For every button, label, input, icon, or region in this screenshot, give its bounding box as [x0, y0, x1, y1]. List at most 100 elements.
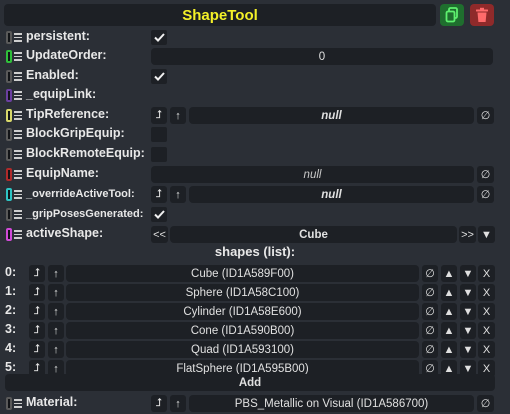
jump-to-reference-button[interactable]: ⮥: [29, 341, 45, 358]
material-label: Material:: [26, 395, 78, 409]
field-indicator: [6, 208, 12, 221]
list-item-index: 0:: [5, 265, 17, 279]
move-up-button[interactable]: ▲: [441, 284, 457, 301]
next-enum-button[interactable]: >>: [459, 226, 476, 243]
drag-handle-icon[interactable]: [14, 150, 22, 159]
grip-poses-generated-checkbox[interactable]: [151, 207, 167, 222]
enum-dropdown-button[interactable]: ▼: [478, 226, 495, 243]
move-up-button[interactable]: ▲: [441, 303, 457, 320]
move-down-button[interactable]: ▼: [460, 284, 476, 301]
drag-handle-icon[interactable]: [14, 91, 22, 100]
move-down-button[interactable]: ▼: [460, 322, 476, 339]
jump-to-reference-button[interactable]: ⮥: [29, 303, 45, 320]
delete-button[interactable]: [470, 4, 494, 26]
jump-to-reference-button[interactable]: ⮥: [29, 265, 45, 282]
override-active-tool-label: _overrideActiveTool:: [26, 188, 135, 200]
row-override-active-tool: _overrideActiveTool: ⮥ ↑ null ∅: [0, 185, 510, 204]
override-active-tool-field[interactable]: null: [189, 186, 474, 203]
open-reference-button[interactable]: ↑: [48, 265, 64, 282]
set-null-button[interactable]: ∅: [477, 395, 494, 412]
list-item-field[interactable]: Cylinder (ID1A58E600): [66, 303, 419, 320]
field-indicator: [6, 89, 12, 102]
enabled-checkbox[interactable]: [151, 69, 167, 84]
open-reference-button[interactable]: ↑: [48, 284, 64, 301]
remove-item-button[interactable]: X: [478, 265, 495, 282]
open-reference-button[interactable]: ↑: [170, 107, 186, 124]
open-reference-button[interactable]: ↑: [170, 395, 186, 412]
previous-enum-button[interactable]: <<: [151, 226, 168, 243]
remove-item-button[interactable]: X: [478, 341, 495, 358]
drag-handle-icon[interactable]: [14, 230, 22, 239]
component-title[interactable]: ShapeTool: [4, 4, 436, 26]
remove-item-button[interactable]: X: [478, 284, 495, 301]
list-item-field[interactable]: Quad (ID1A593100): [66, 341, 419, 358]
add-list-item-button[interactable]: Add: [5, 374, 495, 391]
move-down-button[interactable]: ▼: [460, 265, 476, 282]
tip-reference-label: TipReference:: [26, 107, 110, 121]
drag-handle-icon[interactable]: [14, 170, 22, 179]
field-indicator: [6, 109, 12, 122]
field-indicator: [6, 70, 12, 83]
row-active-shape: activeShape: << Cube >> ▼: [0, 225, 510, 244]
list-item: 4: ⮥ ↑ Quad (ID1A593100) ∅ ▲ ▼ X: [0, 340, 510, 359]
drag-handle-icon[interactable]: [14, 111, 22, 120]
equip-name-input[interactable]: null: [151, 166, 474, 183]
move-up-button[interactable]: ▲: [441, 322, 457, 339]
move-down-button[interactable]: ▼: [460, 303, 476, 320]
open-reference-button[interactable]: ↑: [48, 303, 64, 320]
list-item-index: 3:: [5, 322, 17, 336]
list-item: 3: ⮥ ↑ Cone (ID1A590B00) ∅ ▲ ▼ X: [0, 321, 510, 340]
drag-handle-icon[interactable]: [14, 399, 22, 408]
block-remote-equip-checkbox[interactable]: [151, 147, 167, 162]
open-reference-button[interactable]: ↑: [48, 322, 64, 339]
jump-to-reference-button[interactable]: ⮥: [29, 322, 45, 339]
list-item-field[interactable]: Sphere (ID1A58C100): [66, 284, 419, 301]
list-item-field[interactable]: Cube (ID1A589F00): [66, 265, 419, 282]
block-grip-equip-checkbox[interactable]: [151, 127, 167, 142]
field-indicator: [6, 50, 12, 63]
open-reference-button[interactable]: ↑: [48, 341, 64, 358]
open-reference-button[interactable]: ↑: [170, 186, 186, 203]
move-up-button[interactable]: ▲: [441, 341, 457, 358]
enabled-label: Enabled:: [26, 68, 79, 82]
persistent-checkbox[interactable]: [151, 30, 167, 45]
field-indicator: [6, 31, 12, 44]
move-up-button[interactable]: ▲: [441, 265, 457, 282]
jump-to-reference-button[interactable]: ⮥: [151, 107, 167, 124]
jump-to-reference-button[interactable]: ⮥: [151, 186, 167, 203]
list-item-index: 1:: [5, 284, 17, 298]
equip-name-label: EquipName:: [26, 166, 99, 180]
move-down-button[interactable]: ▼: [460, 341, 476, 358]
duplicate-button[interactable]: [440, 4, 464, 26]
set-null-button[interactable]: ∅: [477, 107, 494, 124]
set-null-button[interactable]: ∅: [422, 303, 438, 320]
set-null-button[interactable]: ∅: [422, 265, 438, 282]
set-null-button[interactable]: ∅: [422, 322, 438, 339]
drag-handle-icon[interactable]: [14, 33, 22, 42]
set-null-button[interactable]: ∅: [422, 341, 438, 358]
row-grip-poses-generated: _gripPosesGenerated:: [0, 205, 510, 224]
row-equip-name: EquipName: null ∅: [0, 165, 510, 184]
update-order-input[interactable]: 0: [151, 48, 493, 65]
material-field[interactable]: PBS_Metallic on Visual (ID1A586700): [189, 395, 474, 412]
remove-item-button[interactable]: X: [478, 303, 495, 320]
tip-reference-field[interactable]: null: [189, 107, 474, 124]
drag-handle-icon[interactable]: [14, 210, 22, 219]
remove-item-button[interactable]: X: [478, 322, 495, 339]
list-item-field[interactable]: Cone (ID1A590B00): [66, 322, 419, 339]
set-null-button[interactable]: ∅: [477, 166, 494, 183]
jump-to-reference-button[interactable]: ⮥: [151, 395, 167, 412]
set-null-button[interactable]: ∅: [422, 284, 438, 301]
active-shape-value[interactable]: Cube: [170, 226, 457, 243]
grip-poses-generated-label: _gripPosesGenerated:: [26, 208, 144, 220]
drag-handle-icon[interactable]: [14, 52, 22, 61]
drag-handle-icon[interactable]: [14, 130, 22, 139]
persistent-label: persistent:: [26, 29, 90, 43]
set-null-button[interactable]: ∅: [477, 186, 494, 203]
field-indicator: [6, 228, 12, 241]
field-indicator: [6, 148, 12, 161]
row-block-remote-equip: BlockRemoteEquip:: [0, 145, 510, 164]
drag-handle-icon[interactable]: [14, 72, 22, 81]
jump-to-reference-button[interactable]: ⮥: [29, 284, 45, 301]
drag-handle-icon[interactable]: [14, 190, 22, 199]
